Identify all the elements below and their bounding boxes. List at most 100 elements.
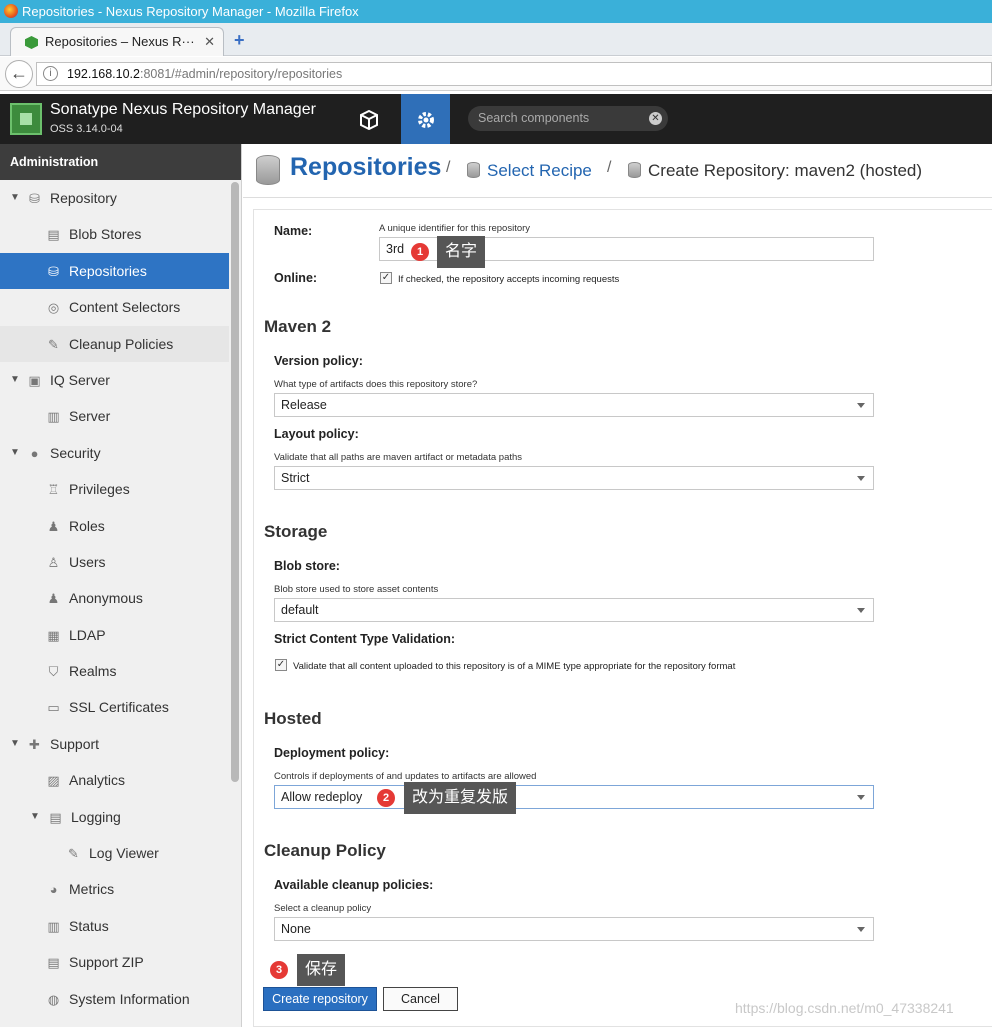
annotation-callout-2: 改为重复发版	[404, 782, 517, 814]
sidebar-item-repository[interactable]: ▼ ⛁ Repository	[0, 180, 229, 216]
browse-cube-icon[interactable]	[352, 94, 386, 144]
sidebar-item-content-selectors[interactable]: ◎ Content Selectors	[0, 289, 229, 325]
sidebar-item-label: Support	[50, 735, 100, 752]
deployment-policy-select[interactable]: Allow redeploy	[274, 785, 874, 809]
url-path: :8081/#admin/repository/repositories	[140, 67, 343, 81]
blob-store-select[interactable]: default	[274, 598, 874, 622]
breadcrumb-select-recipe[interactable]: Select Recipe	[487, 161, 592, 181]
sidebar-item-label: Log Viewer	[89, 845, 159, 862]
breadcrumb-repositories[interactable]: Repositories	[290, 153, 441, 182]
dropdown-caret-icon	[857, 476, 865, 481]
content-selectors-icon: ◎	[47, 300, 60, 316]
name-label: Name:	[274, 224, 313, 238]
version-policy-select[interactable]: Release	[274, 393, 874, 417]
cancel-button[interactable]: Cancel	[383, 987, 458, 1011]
sidebar-item-ssl-certificates[interactable]: ▭ SSL Certificates	[0, 689, 229, 725]
sidebar-item-label: Realms	[69, 663, 117, 680]
sidebar-item-log-viewer[interactable]: ✎ Log Viewer	[0, 835, 229, 871]
database-icon: ⛁	[48, 263, 59, 279]
annotation-text-2: 改为重复发版	[412, 789, 509, 806]
sidebar-item-roles[interactable]: ♟ Roles	[0, 508, 229, 544]
sidebar-item-security[interactable]: ▼ ● Security	[0, 435, 229, 471]
version-policy-value: Release	[281, 398, 327, 412]
sidebar-item-label: Logging	[71, 808, 121, 825]
blob-store-value: default	[281, 603, 319, 617]
sidebar-nav: ▼ ⛁ Repository ▤ Blob Stores ⛁ Repositories ◎ Co…	[0, 180, 241, 1017]
sidebar-item-ldap[interactable]: ▦ LDAP	[0, 617, 229, 653]
search-input[interactable]: Search components ✕	[468, 106, 668, 131]
sidebar-item-users[interactable]: ♙ Users	[0, 544, 229, 580]
blob-store-label: Blob store:	[274, 559, 340, 573]
sidebar-item-label: Metrics	[69, 881, 115, 898]
nexus-favicon-icon	[25, 36, 38, 49]
url-bar[interactable]: i 192.168.10.2:8081/#admin/repository/re…	[36, 62, 992, 86]
back-arrow-icon[interactable]: ←	[5, 60, 33, 88]
version-policy-help: What type of artifacts does this reposit…	[274, 379, 478, 390]
sidebar-item-logging[interactable]: ▼ ▤ Logging	[0, 799, 229, 835]
watermark: https://blog.csdn.net/m0_47338241	[735, 1000, 954, 1016]
select-recipe-database-icon	[467, 162, 480, 178]
clear-search-icon[interactable]: ✕	[649, 112, 662, 125]
search-placeholder: Search components	[478, 111, 590, 125]
breadcrumb-current: Create Repository: maven2 (hosted)	[648, 161, 923, 180]
maven-section-title: Maven 2	[264, 317, 332, 336]
sidebar-item-blob-stores[interactable]: ▤ Blob Stores	[0, 216, 229, 252]
realms-icon: ⛉	[48, 664, 59, 680]
info-icon[interactable]: i	[43, 66, 58, 81]
sidebar-item-cleanup-policies[interactable]: ✎ Cleanup Policies	[0, 325, 229, 362]
server-icon: ▥	[47, 409, 60, 425]
sidebar-item-repositories[interactable]: ⛁ Repositories	[0, 252, 229, 290]
privileges-icon: ♖	[47, 482, 60, 498]
sidebar-item-server[interactable]: ▥ Server	[0, 398, 229, 434]
admin-gear-icon[interactable]	[401, 94, 450, 144]
app-version: OSS 3.14.0-04	[50, 123, 123, 135]
sidebar-item-label: System Information	[69, 990, 190, 1007]
firefox-logo-icon	[4, 4, 18, 18]
users-icon: ♙	[47, 554, 60, 570]
cleanup-policy-select[interactable]: None	[274, 917, 874, 941]
new-tab-icon[interactable]: +	[234, 29, 252, 51]
anonymous-icon: ♟	[47, 591, 60, 607]
sidebar-item-support-zip[interactable]: ▤ Support ZIP	[0, 944, 229, 980]
sidebar-item-anonymous[interactable]: ♟ Anonymous	[0, 580, 229, 616]
sidebar-item-label: IQ Server	[50, 371, 110, 388]
sidebar-item-analytics[interactable]: ▨ Analytics	[0, 762, 229, 798]
deployment-policy-help: Controls if deployments of and updates t…	[274, 771, 537, 782]
navigation-bar: ← i 192.168.10.2:8081/#admin/repository/…	[0, 57, 992, 91]
layout-policy-help: Validate that all paths are maven artifa…	[274, 452, 523, 463]
expand-arrow-icon[interactable]: ▼	[10, 435, 20, 471]
annotation-callout-3: 保存	[297, 954, 346, 986]
deployment-policy-label: Deployment policy:	[274, 746, 390, 760]
sidebar-scrollbar[interactable]	[231, 182, 239, 782]
online-help: If checked, the repository accepts incom…	[398, 274, 620, 285]
browser-tab[interactable]: Repositories – Nexus R··· ✕	[10, 27, 224, 56]
support-icon: ✚	[29, 736, 40, 752]
expand-arrow-icon[interactable]: ▼	[10, 362, 20, 398]
sidebar-item-system-information[interactable]: ◍ System Information	[0, 981, 229, 1017]
expand-arrow-icon[interactable]: ▼	[10, 180, 20, 216]
sidebar-item-privileges[interactable]: ♖ Privileges	[0, 471, 229, 507]
sidebar-item-label: Repository	[50, 190, 117, 206]
cleanup-policies-label: Available cleanup policies:	[274, 878, 434, 892]
sidebar-item-status[interactable]: ▥ Status	[0, 908, 229, 944]
layout-policy-select[interactable]: Strict	[274, 466, 874, 490]
cleanup-policies-help: Select a cleanup policy	[274, 903, 372, 914]
sidebar-header: Administration	[0, 144, 241, 180]
breadcrumb-separator: /	[607, 159, 612, 176]
name-value: 3rd	[386, 242, 405, 256]
name-help: A unique identifier for this repository	[379, 223, 531, 234]
close-tab-icon[interactable]: ✕	[204, 28, 215, 56]
strict-validation-checkbox[interactable]: ✓	[275, 659, 287, 671]
online-checkbox[interactable]: ✓	[380, 272, 392, 284]
ssl-certificates-icon: ▭	[47, 700, 60, 716]
sidebar-item-label: Users	[69, 553, 106, 570]
sidebar-item-metrics[interactable]: ◕ Metrics	[0, 871, 229, 907]
sidebar-item-iq-server[interactable]: ▼ ▣ IQ Server	[0, 362, 229, 398]
expand-arrow-icon[interactable]: ▼	[30, 799, 40, 835]
create-repository-button[interactable]: Create repository	[263, 987, 377, 1011]
sidebar-item-realms[interactable]: ⛉ Realms	[0, 653, 229, 689]
sidebar-item-support[interactable]: ▼ ✚ Support	[0, 726, 229, 762]
expand-arrow-icon[interactable]: ▼	[10, 726, 20, 762]
app-name: Sonatype Nexus Repository Manager	[50, 101, 316, 118]
sidebar-item-label: Cleanup Policies	[69, 335, 174, 352]
